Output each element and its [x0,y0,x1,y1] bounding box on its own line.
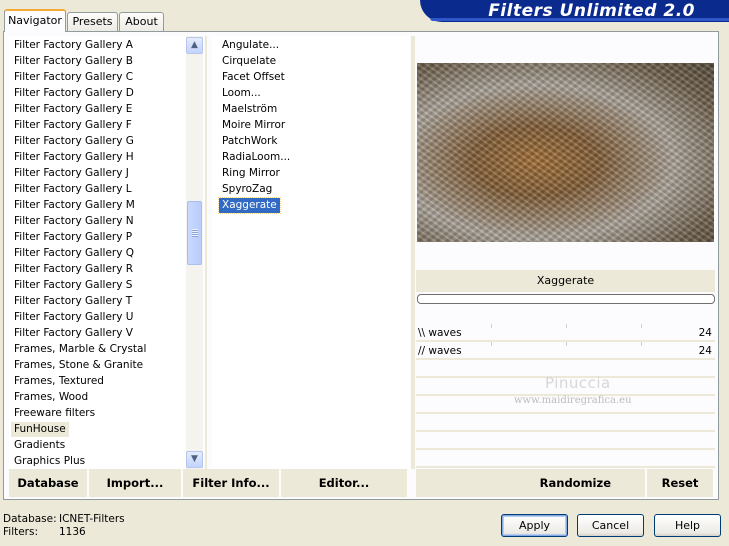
status-value: 1136 [59,526,86,538]
action-bar: Database Import... Filter Info... Editor… [9,469,713,497]
category-item[interactable]: Filter Factory Gallery E [11,102,135,117]
preview-image [417,63,714,242]
category-item[interactable]: Filter Factory Gallery Q [11,246,137,261]
editor-button[interactable]: Editor... [281,469,407,497]
category-item[interactable]: Filter Factory Gallery L [11,182,135,197]
category-item[interactable]: Filter Factory Gallery D [11,86,137,101]
slider-tick [641,342,642,346]
category-item[interactable]: Frames, Stone & Granite [11,358,146,373]
filter-item[interactable]: Facet Offset [219,70,288,85]
category-item[interactable]: Filter Factory Gallery U [11,310,136,325]
slider-tick [566,342,567,346]
randomize-button[interactable]: Randomize [416,469,645,497]
category-item[interactable]: Frames, Wood [11,390,91,405]
slider-empty [416,432,715,450]
watermark-text: Pinuccia [545,374,611,392]
category-item[interactable]: Filter Factory Gallery C [11,70,136,85]
status-value: ICNET-Filters [59,513,125,525]
progress-bar [417,294,715,304]
chevron-down-icon: ▼ [191,454,198,464]
divider [411,36,415,469]
grip-icon [192,229,198,237]
status-database: Database: ICNET-Filters [3,513,125,525]
category-scrollbar[interactable]: ▲ ▼ [186,36,203,469]
category-item[interactable]: Frames, Textured [11,374,107,389]
filter-item[interactable]: SpyroZag [219,182,275,197]
category-item[interactable]: Filter Factory Gallery N [11,214,137,229]
category-item[interactable]: Filter Factory Gallery J [11,166,132,181]
category-item[interactable]: Filter Factory Gallery H [11,150,137,165]
filter-info-button[interactable]: Filter Info... [183,469,279,497]
category-item[interactable]: Gradients [11,438,68,453]
category-item[interactable]: Filter Factory Gallery M [11,198,138,213]
slider-backslash-waves[interactable]: \\ waves 24 [416,324,715,342]
filter-item[interactable]: RadiaLoom... [219,150,293,165]
param-value: 24 [698,345,712,357]
slider-tick [566,324,567,328]
category-item[interactable]: Filter Factory Gallery S [11,278,135,293]
status-label: Filters: [3,526,39,538]
status-filters: Filters: 1136 [3,526,86,538]
category-item[interactable]: Graphics Plus [11,454,88,469]
category-item[interactable]: Freeware filters [11,406,98,421]
title-banner: Filters Unlimited 2.0 [420,0,729,22]
slider-tick [491,342,492,346]
help-button[interactable]: Help [654,514,721,537]
category-item[interactable]: Filter Factory Gallery V [11,326,136,341]
filter-item[interactable]: Loom... [219,86,264,101]
status-label: Database: [3,513,57,525]
filter-list[interactable]: Angulate... Cirquelate Facet Offset Loom...… [212,36,410,469]
slider-slash-waves[interactable]: // waves 24 [416,342,715,360]
tab-about[interactable]: About [119,12,164,31]
param-name: // waves [418,345,462,357]
reset-button[interactable]: Reset [647,469,713,497]
apply-button[interactable]: Apply [501,514,568,537]
scroll-up-button[interactable]: ▲ [186,37,203,54]
category-list[interactable]: Filter Factory Gallery A Filter Factory G… [9,36,204,469]
filter-item[interactable]: Cirquelate [219,54,279,69]
tab-navigator[interactable]: Navigator [4,9,66,32]
category-item[interactable]: Filter Factory Gallery A [11,38,136,53]
param-name: \\ waves [418,327,462,339]
filter-item[interactable]: PatchWork [219,134,280,149]
category-item[interactable]: Frames, Marble & Crystal [11,342,149,357]
filter-item[interactable]: Xaggerate [218,197,281,214]
category-item[interactable]: Filter Factory Gallery P [11,230,135,245]
database-button[interactable]: Database [9,469,87,497]
slider-tick [491,324,492,328]
watermark-url: www.maidiregrafica.eu [514,395,632,406]
divider [205,36,207,469]
app-title: Filters Unlimited 2.0 [488,1,695,21]
category-item[interactable]: Filter Factory Gallery F [11,118,135,133]
category-item[interactable]: Filter Factory Gallery G [11,134,137,149]
slider-empty [416,450,715,468]
category-item[interactable]: FunHouse [11,422,69,437]
slider-tick [641,324,642,328]
cancel-button[interactable]: Cancel [577,514,644,537]
import-button[interactable]: Import... [89,469,181,497]
scroll-down-button[interactable]: ▼ [186,451,203,468]
slider-empty [416,414,715,432]
scroll-thumb[interactable] [187,201,202,265]
filter-item[interactable]: Maelström [219,102,280,117]
filter-item[interactable]: Angulate... [219,38,282,53]
category-item[interactable]: Filter Factory Gallery B [11,54,136,69]
param-value: 24 [698,327,712,339]
chevron-up-icon: ▲ [191,40,198,50]
filter-item[interactable]: Ring Mirror [219,166,283,181]
filter-name-label: Xaggerate [416,270,715,292]
tab-presets[interactable]: Presets [67,12,118,31]
category-item[interactable]: Filter Factory Gallery R [11,262,136,277]
category-item[interactable]: Filter Factory Gallery T [11,294,135,309]
filter-item[interactable]: Moire Mirror [219,118,288,133]
